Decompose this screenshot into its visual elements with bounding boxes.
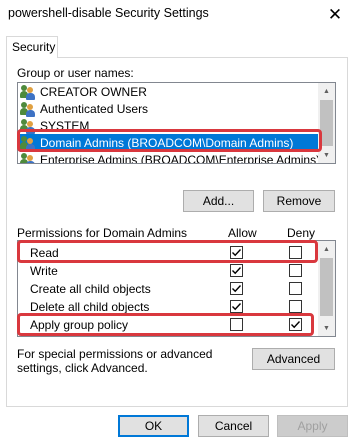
permission-label: Write bbox=[30, 264, 58, 278]
list-item[interactable]: Enterprise Admins (BROADCOM\Enterprise A… bbox=[20, 151, 321, 164]
cancel-button[interactable]: Cancel bbox=[198, 415, 269, 437]
check-icon bbox=[232, 249, 242, 257]
user-group-icon bbox=[20, 101, 36, 117]
user-group-icon bbox=[20, 135, 36, 151]
check-icon bbox=[232, 285, 242, 293]
allow-checkbox[interactable] bbox=[230, 246, 243, 259]
allow-checkbox[interactable] bbox=[230, 300, 243, 313]
permission-row: Read bbox=[18, 244, 320, 262]
user-name: Domain Admins (BROADCOM\Domain Admins) bbox=[40, 136, 294, 150]
group-names-label: Group or user names: bbox=[17, 66, 134, 80]
allow-column-header: Allow bbox=[228, 226, 257, 240]
deny-checkbox[interactable] bbox=[289, 246, 302, 259]
deny-checkbox[interactable] bbox=[289, 300, 302, 313]
user-name: Authenticated Users bbox=[40, 102, 149, 116]
user-list-scrollbar[interactable]: ▲ ▼ bbox=[318, 83, 335, 163]
tab-label: Security bbox=[12, 40, 56, 54]
permission-row: Create all child objects bbox=[18, 280, 320, 298]
scroll-down-icon[interactable]: ▼ bbox=[318, 147, 335, 163]
title-bar: powershell-disable Security Settings ✕ bbox=[0, 0, 354, 30]
scroll-thumb[interactable] bbox=[320, 258, 333, 316]
list-item[interactable]: Authenticated Users bbox=[20, 100, 320, 118]
security-settings-window: powershell-disable Security Settings ✕ S… bbox=[0, 0, 354, 441]
apply-button[interactable]: Apply bbox=[277, 415, 348, 437]
permission-row: Delete all child objects bbox=[18, 298, 320, 316]
window-title: powershell-disable Security Settings bbox=[8, 6, 209, 20]
scroll-thumb[interactable] bbox=[320, 100, 333, 146]
user-group-icon bbox=[20, 152, 36, 163]
check-icon bbox=[232, 303, 242, 311]
remove-button[interactable]: Remove bbox=[263, 190, 335, 212]
close-icon: ✕ bbox=[327, 5, 343, 24]
deny-checkbox[interactable] bbox=[289, 282, 302, 295]
user-group-icon bbox=[20, 84, 36, 100]
list-item[interactable]: CREATOR OWNER bbox=[20, 83, 320, 101]
allow-checkbox[interactable] bbox=[230, 282, 243, 295]
list-item-selected[interactable]: Domain Admins (BROADCOM\Domain Admins) bbox=[20, 134, 320, 152]
permissions-list[interactable]: Read Write Create all child objects Dele… bbox=[17, 240, 336, 337]
tab-security[interactable]: Security bbox=[6, 36, 58, 58]
user-name: CREATOR OWNER bbox=[40, 85, 147, 99]
permission-label: Delete all child objects bbox=[30, 300, 150, 314]
scroll-down-icon[interactable]: ▼ bbox=[318, 320, 335, 336]
user-name: Enterprise Admins (BROADCOM\Enterprise A… bbox=[40, 153, 321, 164]
advanced-description: For special permissions or advanced sett… bbox=[17, 347, 213, 375]
permission-label: Read bbox=[30, 246, 59, 260]
permission-label: Create all child objects bbox=[30, 282, 151, 296]
add-button[interactable]: Add... bbox=[183, 190, 254, 212]
advanced-button[interactable]: Advanced bbox=[252, 348, 335, 370]
permissions-scrollbar[interactable]: ▲ ▼ bbox=[318, 241, 335, 336]
allow-checkbox[interactable] bbox=[230, 318, 243, 331]
check-icon bbox=[291, 321, 301, 329]
list-item[interactable]: SYSTEM bbox=[20, 117, 320, 135]
permission-row: Apply group policy bbox=[18, 316, 320, 334]
deny-checkbox[interactable] bbox=[289, 264, 302, 277]
user-list[interactable]: CREATOR OWNER Authenticated Users SYSTEM… bbox=[17, 82, 336, 164]
user-group-icon bbox=[20, 118, 36, 134]
scroll-up-icon[interactable]: ▲ bbox=[318, 83, 335, 99]
close-button[interactable]: ✕ bbox=[318, 2, 352, 28]
check-icon bbox=[232, 267, 242, 275]
permission-row: Write bbox=[18, 262, 320, 280]
deny-column-header: Deny bbox=[287, 226, 316, 240]
user-name: SYSTEM bbox=[40, 119, 90, 133]
permissions-header: Permissions for Domain Admins bbox=[17, 226, 188, 240]
scroll-up-icon[interactable]: ▲ bbox=[318, 241, 335, 257]
permission-label: Apply group policy bbox=[30, 318, 129, 332]
allow-checkbox[interactable] bbox=[230, 264, 243, 277]
ok-button[interactable]: OK bbox=[118, 415, 189, 437]
deny-checkbox[interactable] bbox=[289, 318, 302, 331]
